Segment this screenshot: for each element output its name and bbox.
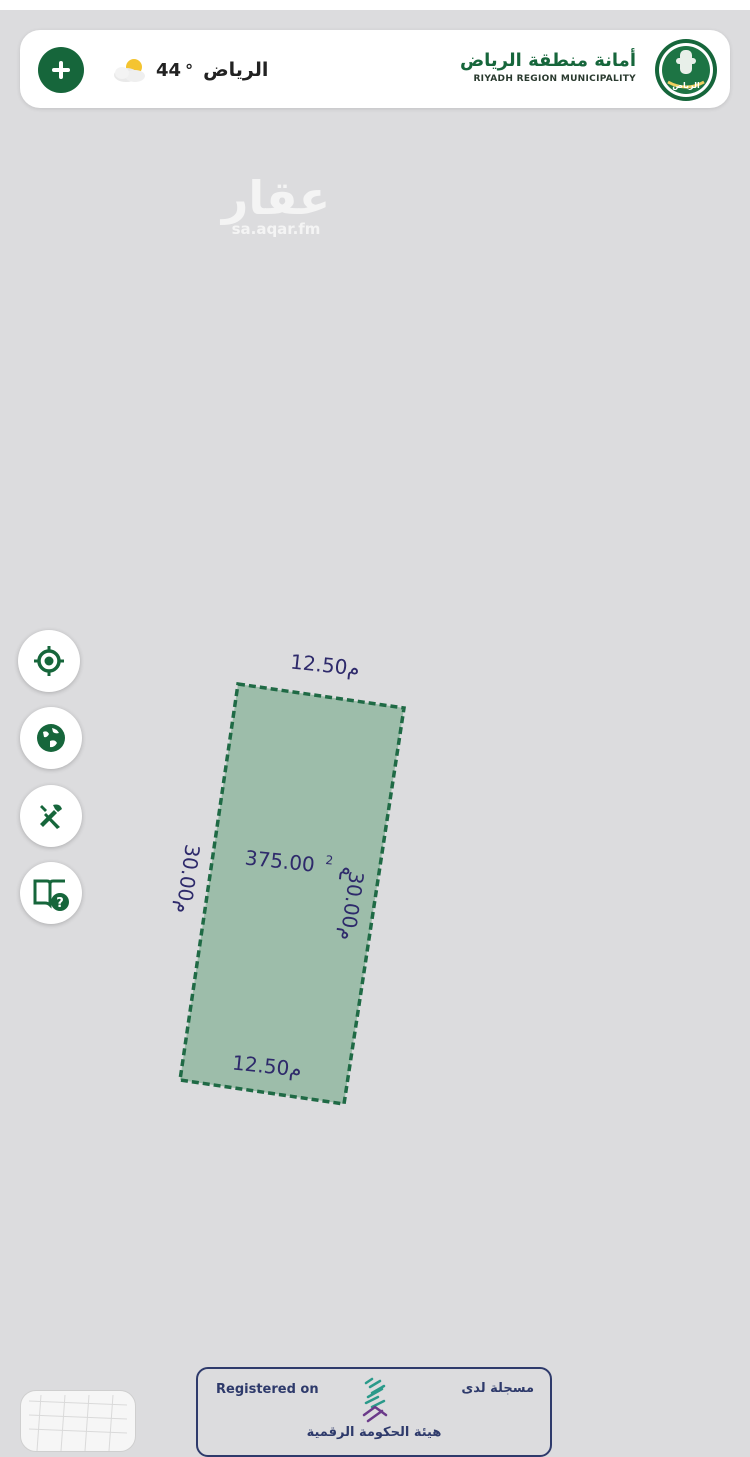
land-parcel bbox=[178, 682, 406, 1106]
municipality-name: أمانة منطقة الرياض RIYADH REGION MUNICIP… bbox=[460, 50, 636, 84]
guide-button[interactable]: ? bbox=[20, 862, 82, 924]
top-length-label: 12.50م bbox=[289, 649, 361, 680]
svg-text:375.00 م 2: 375.00 م 2 bbox=[244, 844, 353, 880]
city-name: الرياض bbox=[203, 59, 269, 81]
authority-name: هيئة الحكومة الرقمية bbox=[306, 1425, 442, 1440]
guide-help-icon: ? bbox=[33, 879, 69, 911]
basemap-switcher[interactable] bbox=[20, 1390, 136, 1452]
degree-symbol: ° bbox=[185, 60, 194, 80]
locate-icon bbox=[34, 646, 64, 676]
bottom-length-label: 12.50م bbox=[231, 1050, 303, 1081]
watermark-en: sa.aqar.fm bbox=[231, 220, 321, 238]
digital-government-authority-logo bbox=[362, 1377, 388, 1423]
minimap-thumbnail bbox=[28, 1394, 128, 1451]
globe-icon bbox=[37, 724, 65, 752]
registered-on-ar: مسجلة لدى bbox=[461, 1381, 534, 1396]
status-strip bbox=[0, 0, 750, 10]
registered-on-en: Registered on bbox=[216, 1382, 319, 1397]
municipality-name-ar: أمانة منطقة الرياض bbox=[459, 50, 636, 71]
tools-button[interactable] bbox=[20, 785, 82, 847]
right-length-label: 30.00م bbox=[335, 870, 368, 942]
area-unit: م bbox=[338, 855, 353, 880]
locate-button[interactable] bbox=[18, 630, 80, 692]
left-length-label: 30.00م bbox=[171, 843, 204, 915]
temperature: 44 bbox=[156, 59, 182, 81]
svg-text:?: ? bbox=[56, 896, 64, 911]
add-button[interactable] bbox=[38, 47, 84, 93]
municipality-name-en: RIYADH REGION MUNICIPALITY bbox=[473, 74, 636, 84]
area-superscript: 2 bbox=[325, 853, 334, 868]
parcel-map: 12.50م 12.50م 30.00م 30.00م 375.00 م 2 bbox=[171, 649, 406, 1106]
watermark: عقار sa.aqar.fm bbox=[216, 172, 336, 238]
globe-button[interactable] bbox=[20, 707, 82, 769]
municipality-logo: الرياض bbox=[655, 39, 717, 101]
watermark-ar: عقار bbox=[221, 171, 331, 225]
partly-cloudy-icon bbox=[114, 59, 145, 82]
plus-icon bbox=[52, 61, 70, 79]
weather-widget: 44 ° الرياض bbox=[110, 52, 268, 88]
registration-panel: Registered on مسجلة لدى هيئة الحكومة الر… bbox=[196, 1367, 552, 1457]
header-bar: 44 ° الرياض أمانة منطقة الرياض RIYADH RE… bbox=[20, 30, 730, 108]
svg-text:الرياض: الرياض bbox=[672, 81, 700, 91]
tools-icon bbox=[40, 804, 62, 829]
area-value: 375.00 bbox=[244, 845, 316, 876]
